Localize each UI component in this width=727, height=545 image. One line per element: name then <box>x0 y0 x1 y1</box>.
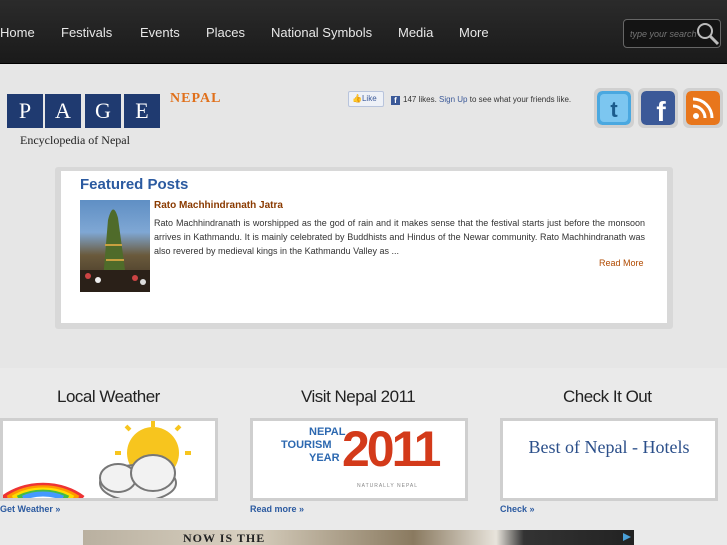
weather-widget[interactable] <box>0 418 218 502</box>
post-title-link[interactable]: Rato Machhindranath Jatra <box>154 200 283 211</box>
banner-tag: NATURALLY NEPAL <box>357 483 419 489</box>
visit-nepal-widget[interactable]: NEPAL TOURISM YEAR 2011 NATURALLY NEPAL <box>250 418 468 501</box>
hotels-widget[interactable]: Best of Nepal - Hotels <box>500 418 718 501</box>
search-box <box>623 19 721 48</box>
like-info: f 147 likes. Sign Up to see what your fri… <box>391 95 571 105</box>
logo-nepal-text: NEPAL <box>170 91 222 106</box>
facebook-icon[interactable]: f <box>641 91 675 125</box>
like-count: 147 likes. <box>403 95 437 104</box>
banner-line-2: TOURISM <box>281 439 332 451</box>
rss-icon[interactable] <box>686 91 720 125</box>
read-more-link-2[interactable]: Read more » <box>250 504 304 514</box>
search-icon[interactable] <box>696 22 720 46</box>
nav-media[interactable]: Media <box>398 25 433 40</box>
best-of-nepal-hotels-text: Best of Nepal - Hotels <box>528 437 690 457</box>
tourism-banner: NEPAL TOURISM YEAR 2011 NATURALLY NEPAL <box>253 421 465 498</box>
local-weather-title: Local Weather <box>57 387 160 406</box>
sign-up-link[interactable]: Sign Up <box>439 95 467 104</box>
nav-home[interactable]: Home <box>0 25 35 40</box>
banner-line-3: YEAR <box>309 452 340 464</box>
chariot-image <box>80 209 150 292</box>
post-thumbnail[interactable] <box>80 200 150 292</box>
logo-subtitle: Encyclopedia of Nepal <box>20 133 130 147</box>
facebook-like-button[interactable]: 👍Like <box>348 91 384 107</box>
banner-line-1: NEPAL <box>309 426 346 438</box>
svg-text:f: f <box>656 96 666 125</box>
featured-heading: Featured Posts <box>80 176 189 193</box>
banner-year: 2011 <box>342 421 441 477</box>
nav-events[interactable]: Events <box>140 25 180 40</box>
like-suffix: to see what your friends like. <box>469 95 572 104</box>
nav-places[interactable]: Places <box>206 25 245 40</box>
logo-letter: E <box>124 94 160 128</box>
visit-nepal-title: Visit Nepal 2011 <box>301 387 416 406</box>
get-weather-link[interactable]: Get Weather » <box>0 504 60 514</box>
check-it-out-title: Check It Out <box>563 387 652 406</box>
thumbs-up-icon: 👍 <box>352 94 362 103</box>
logo-letter: P <box>7 94 43 128</box>
nav-festivals[interactable]: Festivals <box>61 25 112 40</box>
ad-text: NOW IS THE <box>183 531 266 545</box>
read-more-link[interactable]: Read More <box>599 258 644 268</box>
facebook-small-icon: f <box>391 96 400 105</box>
twitter-icon[interactable]: t <box>597 91 631 125</box>
like-label: Like <box>361 94 377 103</box>
post-excerpt: Rato Machhindranath is worshipped as the… <box>154 218 645 256</box>
rainbow-sun-cloud-image <box>1 421 191 502</box>
featured-posts-panel: Featured Posts Rato Machhindranath Jatra… <box>61 171 667 323</box>
nav-national-symbols[interactable]: National Symbols <box>271 25 372 40</box>
svg-text:t: t <box>610 97 618 122</box>
ad-choices-icon[interactable] <box>622 532 632 542</box>
nav-more[interactable]: More <box>459 25 489 40</box>
logo-letter: A <box>45 94 81 128</box>
logo-letter: G <box>85 94 121 128</box>
top-navigation-bar: Home Festivals Events Places National Sy… <box>0 0 727 64</box>
ad-banner[interactable]: NOW IS THE <box>83 530 634 545</box>
check-link[interactable]: Check » <box>500 504 535 514</box>
